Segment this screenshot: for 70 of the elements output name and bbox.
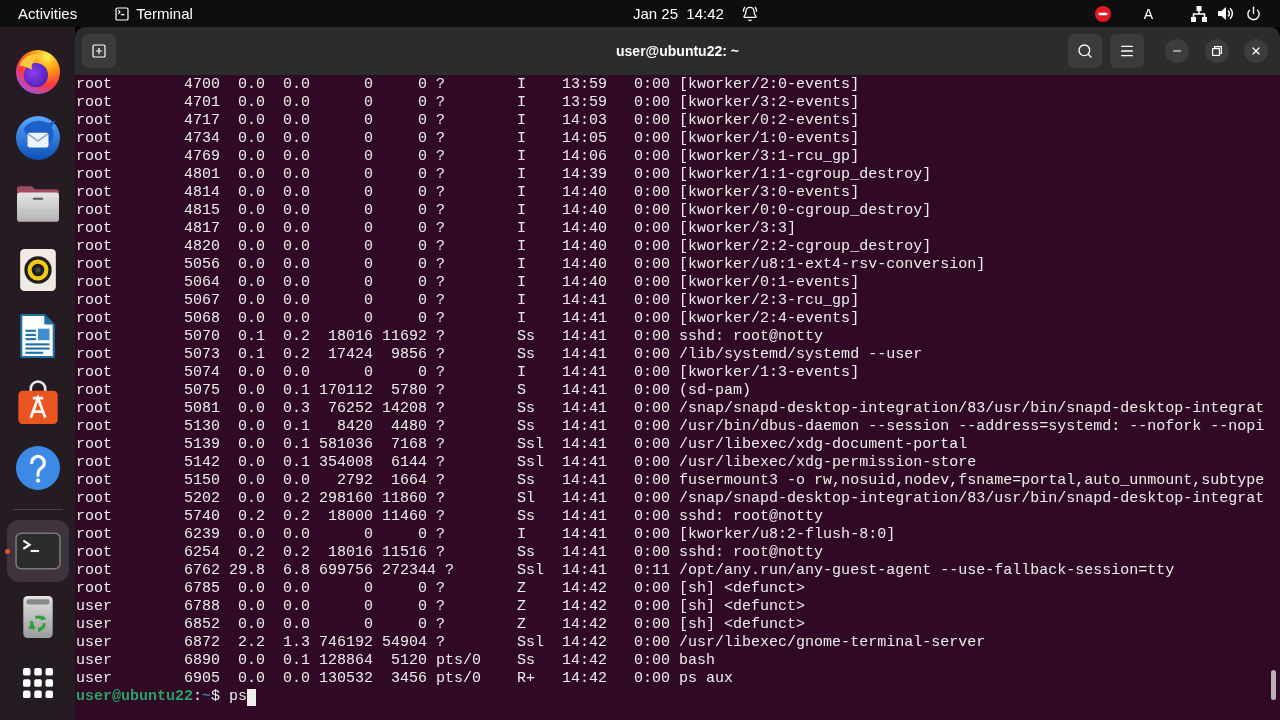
shell-prompt: user@ubuntu22:~$	[76, 688, 221, 706]
terminal-line: root 4815 0.0 0.0 0 0 ? I 14:40 0:00 [kworker/0:0-cgroup_destroy]	[76, 202, 932, 220]
terminal-line: user 6788 0.0 0.0 0 0 ? Z 14:42 0:00 [sh] <defunct>	[76, 598, 806, 616]
terminal-line: root 5139 0.0 0.1 581036 7168 ? Ssl 14:41 0:00 /usr/libexec/xdg-document-portal	[76, 436, 968, 454]
text-cursor	[247, 688, 257, 706]
square-plus-icon	[91, 43, 107, 59]
terminal-line: root 6785 0.0 0.0 0 0 ? Z 14:42 0:00 [sh] <defunct>	[76, 580, 806, 598]
search-icon	[1077, 43, 1093, 59]
terminal-line: root 4700 0.0 0.0 0 0 ? I 13:59 0:00 [kworker/2:0-events]	[76, 76, 860, 94]
terminal-line: root 5070 0.1 0.2 18016 11692 ? Ss 14:41 0:00 sshd: root@notty	[76, 328, 824, 346]
terminal-line: root 4814 0.0 0.0 0 0 ? I 14:40 0:00 [kworker/3:0-events]	[76, 184, 860, 202]
terminal-line: root 5075 0.0 0.1 170112 5780 ? S 14:41 0:00 (sd-pam)	[76, 382, 752, 400]
terminal-line: root 4734 0.0 0.0 0 0 ? I 14:05 0:00 [kworker/1:0-events]	[76, 130, 860, 148]
shopping-bag-icon[interactable]	[17, 380, 58, 424]
terminal-line: root 4717 0.0 0.0 0 0 ? I 14:03 0:00 [kworker/0:2-events]	[76, 112, 860, 130]
search-button[interactable]	[1068, 34, 1102, 68]
terminal-line: user 6890 0.0 0.1 128864 5120 pts/0 Ss 14:42 0:00 bash	[76, 652, 716, 670]
terminal-line: root 4769 0.0 0.0 0 0 ? I 14:06 0:00 [kworker/3:1-rcu_gp]	[76, 148, 860, 166]
document-icon[interactable]	[20, 314, 55, 358]
speaker-icon[interactable]	[19, 249, 56, 291]
help-icon[interactable]	[15, 446, 60, 490]
terminal-line: root 5056 0.0 0.0 0 0 ? I 14:40 0:00 [kworker/u8:1-ext4-rsv-conversion]	[76, 256, 986, 274]
window-title: user@ubuntu22: ~	[616, 43, 739, 59]
scrollbar-thumb[interactable]	[1270, 670, 1276, 700]
bell-icon	[741, 5, 758, 22]
app-menu[interactable]: Terminal	[108, 2, 199, 25]
terminal-line: root 5150 0.0 0.0 2792 1664 ? Ss 14:41 0:00 fusermount3 -o rw,nosuid,nodev,fsname=portal,auto_unmount,subtype	[76, 472, 1265, 490]
terminal-line: root 5081 0.0 0.3 76252 14208 ? Ss 14:41 0:00 /snap/snapd-desktop-integration/83/usr/bin/snapd-desktop-integrat	[76, 400, 1265, 418]
input-source-indicator[interactable]: A	[1143, 5, 1153, 22]
terminal-line: root 4801 0.0 0.0 0 0 ? I 14:39 0:00 [kworker/1:1-cgroup_destroy]	[76, 166, 932, 184]
trash-icon[interactable]	[22, 596, 53, 638]
terminal-line: root 6762 29.8 6.8 699756 272344 ? Ssl 14:41 0:11 /opt/any.run/any-guest-agent --use-fallback-session=tty	[76, 562, 1175, 580]
terminal-line: root 6254 0.2 0.2 18016 11516 ? Ss 14:41 0:00 sshd: root@notty	[76, 544, 824, 562]
terminal-icon[interactable]	[14, 532, 61, 570]
no-entry-icon[interactable]	[1094, 5, 1111, 22]
typed-command: ps	[229, 688, 248, 706]
activities-button[interactable]: Activities	[12, 2, 84, 25]
wired-network-icon[interactable]	[1191, 5, 1207, 22]
terminal-line: root 4701 0.0 0.0 0 0 ? I 13:59 0:00 [kworker/3:2-events]	[76, 94, 860, 112]
maximize-icon	[1212, 46, 1222, 56]
terminal-line: root 4820 0.0 0.0 0 0 ? I 14:40 0:00 [kworker/2:2-cgroup_destroy]	[76, 238, 932, 256]
terminal-line: root 5067 0.0 0.0 0 0 ? I 14:41 0:00 [kworker/2:3-rcu_gp]	[76, 292, 860, 310]
terminal-line: root 5202 0.0 0.2 298160 11860 ? Sl 14:41 0:00 /snap/snapd-desktop-integration/83/usr/bin/snapd-desktop-integrat	[76, 490, 1265, 508]
terminal-line: user 6872 2.2 1.3 746192 54904 ? Ssl 14:42 0:00 /usr/libexec/gnome-terminal-server	[76, 634, 986, 652]
power-icon[interactable]	[1246, 6, 1261, 21]
menu-icon	[1119, 43, 1135, 59]
volume-icon[interactable]	[1218, 6, 1233, 21]
app-grid-icon[interactable]	[22, 668, 53, 698]
terminal-line: user 6852 0.0 0.0 0 0 ? Z 14:42 0:00 [sh] <defunct>	[76, 616, 806, 634]
close-button[interactable]	[1244, 39, 1268, 63]
terminal-line: root 5064 0.0 0.0 0 0 ? I 14:40 0:00 [kworker/0:1-events]	[76, 274, 860, 292]
terminal-line: root 4817 0.0 0.0 0 0 ? I 14:40 0:00 [kworker/3:3]	[76, 220, 797, 238]
terminal-line: root 5074 0.0 0.0 0 0 ? I 14:41 0:00 [kworker/1:3-events]	[76, 364, 860, 382]
terminal-line: root 5740 0.2 0.2 18000 11460 ? Ss 14:41 0:00 sshd: root@notty	[76, 508, 824, 526]
terminal-line: root 5130 0.0 0.1 8420 4480 ? Ss 14:41 0:00 /usr/bin/dbus-daemon --session --address=systemd: --nofork --nopi	[76, 418, 1265, 436]
terminal-line: user 6905 0.0 0.0 130532 3456 pts/0 R+ 14:42 0:00 ps aux	[76, 670, 734, 688]
terminal-line: root 5142 0.0 0.1 354008 6144 ? Ssl 14:41 0:00 /usr/libexec/xdg-permission-store	[76, 454, 977, 472]
terminal-line: root 6239 0.0 0.0 0 0 ? I 14:41 0:00 [kworker/u8:2-flush-8:0]	[76, 526, 896, 544]
menu-button[interactable]	[1110, 34, 1144, 68]
folder-icon[interactable]	[16, 186, 59, 222]
terminal-line: root 5073 0.1 0.2 17424 9856 ? Ss 14:41 0:00 /lib/systemd/systemd --user	[76, 346, 923, 364]
new-tab-button[interactable]	[82, 34, 116, 68]
bird-mail-icon[interactable]	[15, 116, 60, 160]
minimize-button[interactable]	[1165, 39, 1189, 63]
terminal-icon	[114, 5, 131, 22]
terminal-line: root 5068 0.0 0.0 0 0 ? I 14:41 0:00 [kworker/2:4-events]	[76, 310, 860, 328]
close-icon	[1250, 45, 1262, 57]
maximize-button[interactable]	[1205, 39, 1229, 63]
clock-button[interactable]: Jan 25 14:42	[627, 2, 764, 25]
flame-globe-icon[interactable]	[15, 50, 60, 94]
